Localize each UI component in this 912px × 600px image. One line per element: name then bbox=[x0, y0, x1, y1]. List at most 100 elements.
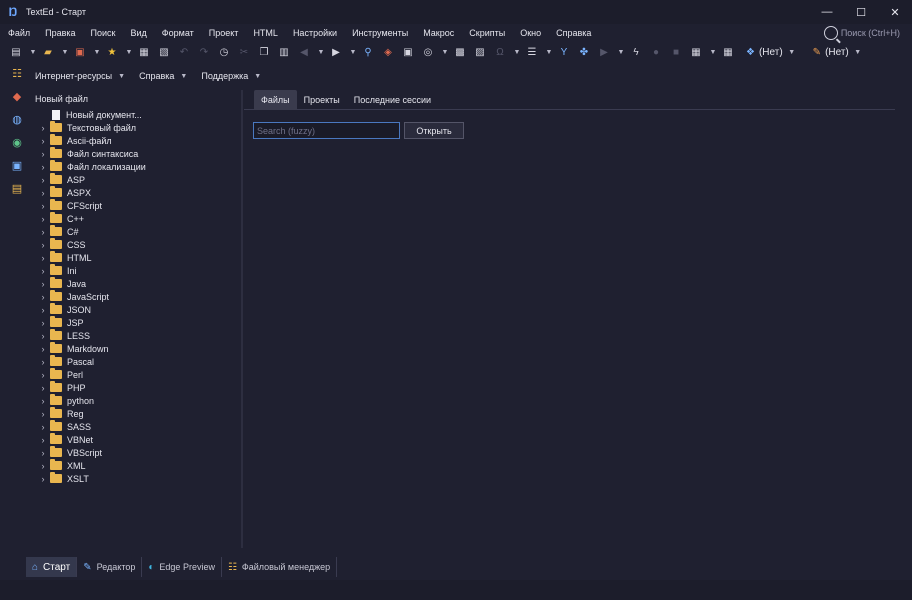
menu-format[interactable]: Формат bbox=[162, 28, 194, 38]
tab-files[interactable]: Файлы bbox=[254, 90, 297, 110]
browser-icon[interactable]: ◎ bbox=[422, 46, 434, 58]
chevron-right-icon[interactable]: › bbox=[38, 435, 48, 445]
tree-folder-item[interactable]: › JSP bbox=[30, 316, 240, 329]
tree-folder-item[interactable]: › C# bbox=[30, 225, 240, 238]
edit-image-icon[interactable]: ▨ bbox=[474, 46, 486, 58]
tree-folder-item[interactable]: › JavaScript bbox=[30, 290, 240, 303]
menu-tools[interactable]: Инструменты bbox=[352, 28, 408, 38]
web-icon[interactable]: ◍ bbox=[10, 112, 24, 126]
chevron-right-icon[interactable]: › bbox=[38, 214, 48, 224]
bottom-tab-start[interactable]: ⌂ Старт bbox=[26, 557, 78, 577]
chevron-right-icon[interactable]: › bbox=[38, 461, 48, 471]
format-dropdown-icon[interactable]: ▼ bbox=[546, 46, 553, 58]
tree-folder-item[interactable]: › XML bbox=[30, 459, 240, 472]
menu-view[interactable]: Вид bbox=[131, 28, 147, 38]
panel-splitter[interactable] bbox=[241, 90, 243, 548]
new-file-icon[interactable]: ▤ bbox=[10, 46, 22, 58]
chevron-right-icon[interactable]: › bbox=[38, 383, 48, 393]
tree-folder-item[interactable]: › C++ bbox=[30, 212, 240, 225]
grid-icon[interactable]: ▦ bbox=[722, 46, 734, 58]
omega-dropdown-icon[interactable]: ▼ bbox=[514, 46, 521, 58]
tree-folder-item[interactable]: › HTML bbox=[30, 251, 240, 264]
menu-macro[interactable]: Макрос bbox=[423, 28, 454, 38]
menu-html[interactable]: HTML bbox=[253, 28, 278, 38]
forward-icon[interactable]: ▶ bbox=[330, 46, 342, 58]
chevron-right-icon[interactable]: › bbox=[38, 370, 48, 380]
new-document-item[interactable]: Новый документ... bbox=[30, 108, 240, 121]
layout-dropdown-icon[interactable]: ▼ bbox=[710, 46, 717, 58]
minimize-button[interactable]: — bbox=[810, 0, 844, 24]
chevron-right-icon[interactable]: › bbox=[38, 162, 48, 172]
chevron-right-icon[interactable]: › bbox=[38, 279, 48, 289]
tab-recent-sessions[interactable]: Последние сессии bbox=[347, 90, 438, 110]
open-button[interactable]: Открыть bbox=[404, 122, 464, 139]
chevron-right-icon[interactable]: › bbox=[38, 448, 48, 458]
redo-icon[interactable]: ↷ bbox=[198, 46, 210, 58]
record-icon[interactable]: ● bbox=[650, 46, 662, 58]
paste-icon[interactable]: ▥ bbox=[278, 46, 290, 58]
chevron-right-icon[interactable]: › bbox=[38, 357, 48, 367]
copy-icon[interactable]: ❐ bbox=[258, 46, 270, 58]
format-icon[interactable]: ☰ bbox=[526, 46, 538, 58]
chevron-right-icon[interactable]: › bbox=[38, 292, 48, 302]
open-dropdown-icon[interactable]: ▼ bbox=[62, 46, 69, 58]
tree-folder-item[interactable]: › Markdown bbox=[30, 342, 240, 355]
save-icon[interactable]: ▦ bbox=[138, 46, 150, 58]
chevron-right-icon[interactable]: › bbox=[38, 474, 48, 484]
snippets-icon[interactable]: ◆ bbox=[10, 89, 24, 103]
notes-icon[interactable]: ▤ bbox=[10, 181, 24, 195]
tree-folder-item[interactable]: › ASPX bbox=[30, 186, 240, 199]
tree-folder-item[interactable]: › VBNet bbox=[30, 433, 240, 446]
macro-dropdown-icon[interactable]: ▼ bbox=[618, 46, 625, 58]
tools-icon[interactable]: Y bbox=[558, 46, 570, 58]
tab-projects[interactable]: Проекты bbox=[297, 90, 347, 110]
bottom-tab-edge-preview[interactable]: ◐ Edge Preview bbox=[142, 557, 222, 577]
menu-search[interactable]: Поиск bbox=[91, 28, 116, 38]
plugin-icon[interactable]: ✤ bbox=[578, 46, 590, 58]
tree-folder-item[interactable]: › ASP bbox=[30, 173, 240, 186]
menu-help[interactable]: Справка bbox=[556, 28, 591, 38]
chevron-right-icon[interactable]: › bbox=[38, 266, 48, 276]
help-menu[interactable]: Справка ▼ bbox=[139, 71, 187, 81]
chevron-right-icon[interactable]: › bbox=[38, 331, 48, 341]
tree-folder-item[interactable]: › XSLT bbox=[30, 472, 240, 485]
tree-folder-item[interactable]: › Файл синтаксиса bbox=[30, 147, 240, 160]
maximize-button[interactable]: ☐ bbox=[844, 0, 878, 24]
globe-settings-icon[interactable]: ◉ bbox=[10, 135, 24, 149]
tree-folder-item[interactable]: › CFScript bbox=[30, 199, 240, 212]
new-dropdown-icon[interactable]: ▼ bbox=[30, 46, 37, 58]
tree-folder-item[interactable]: › Perl bbox=[30, 368, 240, 381]
undo-icon[interactable]: ↶ bbox=[178, 46, 190, 58]
favorites-dropdown-icon[interactable]: ▼ bbox=[126, 46, 133, 58]
menu-settings[interactable]: Настройки bbox=[293, 28, 337, 38]
global-search[interactable]: Поиск (Ctrl+H) bbox=[823, 24, 900, 42]
cut-icon[interactable]: ✂ bbox=[238, 46, 250, 58]
bottom-tab-file-manager[interactable]: ☷ Файловый менеджер bbox=[222, 557, 338, 577]
run-icon[interactable]: ϟ bbox=[630, 46, 642, 58]
syntax-combo[interactable]: ❖ (Нет) ▼ bbox=[746, 46, 801, 58]
browser-dropdown-icon[interactable]: ▼ bbox=[442, 46, 449, 58]
menu-edit[interactable]: Правка bbox=[45, 28, 75, 38]
support-menu[interactable]: Поддержка ▼ bbox=[201, 71, 261, 81]
forward-dropdown-icon[interactable]: ▼ bbox=[350, 46, 357, 58]
recent-files-icon[interactable]: ▣ bbox=[74, 46, 86, 58]
tree-folder-item[interactable]: › SASS bbox=[30, 420, 240, 433]
omega-icon[interactable]: Ω bbox=[494, 46, 506, 58]
tree-folder-item[interactable]: › Pascal bbox=[30, 355, 240, 368]
style-combo[interactable]: ✎ (Нет) ▼ bbox=[813, 46, 867, 58]
chevron-right-icon[interactable]: › bbox=[38, 344, 48, 354]
tree-folder-item[interactable]: › Текстовый файл bbox=[30, 121, 240, 134]
close-button[interactable]: ✕ bbox=[878, 0, 912, 24]
menu-project[interactable]: Проект bbox=[209, 28, 239, 38]
tree-folder-item[interactable]: › LESS bbox=[30, 329, 240, 342]
back-dropdown-icon[interactable]: ▼ bbox=[318, 46, 325, 58]
tree-folder-item[interactable]: › Reg bbox=[30, 407, 240, 420]
replace-icon[interactable]: ◈ bbox=[382, 46, 394, 58]
tree-folder-item[interactable]: › PHP bbox=[30, 381, 240, 394]
menu-window[interactable]: Окно bbox=[520, 28, 541, 38]
tree-folder-item[interactable]: › Java bbox=[30, 277, 240, 290]
preview-icon[interactable]: ▣ bbox=[402, 46, 414, 58]
chevron-right-icon[interactable]: › bbox=[38, 409, 48, 419]
tree-folder-item[interactable]: › CSS bbox=[30, 238, 240, 251]
menu-scripts[interactable]: Скрипты bbox=[469, 28, 505, 38]
